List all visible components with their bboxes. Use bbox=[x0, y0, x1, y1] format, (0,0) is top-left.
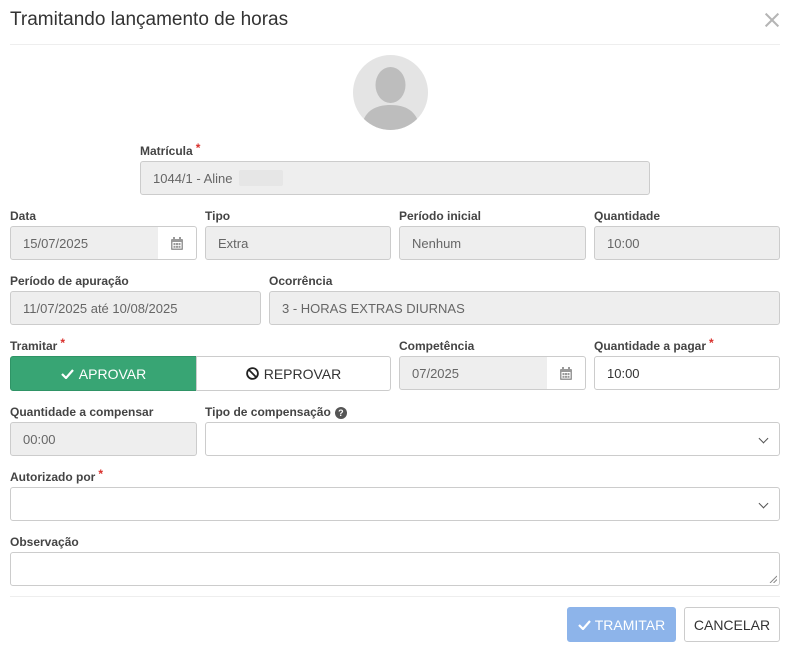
required-mark: * bbox=[709, 336, 714, 350]
periodo-inicial-field[interactable]: Nenhum bbox=[399, 226, 586, 260]
data-field[interactable]: 15/07/2025 bbox=[10, 226, 159, 260]
quantidade-field[interactable]: 10:00 bbox=[594, 226, 780, 260]
matricula-label: Matrícula * bbox=[140, 141, 201, 158]
periodo-inicial-value: Nenhum bbox=[412, 235, 462, 251]
competencia-label: Competência bbox=[399, 339, 475, 353]
header-divider bbox=[10, 44, 780, 45]
check-icon bbox=[577, 619, 591, 630]
redacted-name bbox=[238, 170, 283, 186]
periodo-apuracao-value: 11/07/2025 até 10/08/2025 bbox=[23, 300, 178, 316]
periodo-apuracao-label: Período de apuração bbox=[10, 274, 129, 288]
data-calendar-button[interactable] bbox=[158, 226, 197, 260]
quantidade-pagar-label: Quantidade a pagar * bbox=[594, 336, 714, 353]
required-mark: * bbox=[60, 336, 66, 350]
required-mark: * bbox=[195, 141, 201, 155]
chevron-down-icon bbox=[758, 498, 769, 509]
cancel-button-label: CANCELAR bbox=[693, 616, 771, 633]
check-icon bbox=[61, 368, 74, 379]
periodo-inicial-label: Período inicial bbox=[399, 209, 482, 223]
required-mark: * bbox=[98, 467, 103, 481]
tramitar-label: Tramitar * bbox=[10, 336, 66, 353]
approve-button[interactable]: APROVAR bbox=[10, 356, 197, 391]
tramitar-button-label: TRAMITAR bbox=[594, 616, 666, 633]
user-silhouette-icon bbox=[361, 67, 420, 130]
autorizado-por-label: Autorizado por * bbox=[10, 467, 103, 484]
matricula-value: 1044/1 - Aline bbox=[153, 170, 233, 186]
quantidade-compensar-field[interactable]: 00:00 bbox=[10, 422, 197, 456]
tipo-compensacao-label-text: Tipo de compensação bbox=[205, 405, 331, 419]
quantidade-label: Quantidade bbox=[594, 209, 661, 223]
footer-divider bbox=[10, 596, 780, 597]
matricula-field[interactable]: 1044/1 - Aline bbox=[140, 161, 650, 195]
reject-button-label: REPROVAR bbox=[263, 365, 342, 382]
quantidade-compensar-label: Quantidade a compensar bbox=[10, 405, 154, 419]
avatar bbox=[353, 55, 428, 130]
tipo-value: Extra bbox=[218, 235, 249, 251]
modal-dialog: Tramitando lançamento de horas Matrícula… bbox=[0, 0, 790, 648]
tipo-compensacao-label: Tipo de compensação? bbox=[205, 405, 347, 419]
data-value: 15/07/2025 bbox=[23, 235, 89, 251]
ban-icon bbox=[245, 367, 259, 380]
quantidade-value: 10:00 bbox=[607, 235, 640, 251]
modal-title: Tramitando lançamento de horas bbox=[10, 9, 289, 30]
competencia-calendar-button[interactable] bbox=[547, 356, 586, 390]
reject-button[interactable]: REPROVAR bbox=[196, 356, 391, 391]
cancel-button[interactable]: CANCELAR bbox=[684, 607, 780, 642]
question-circle-icon[interactable]: ? bbox=[334, 407, 347, 419]
ocorrencia-value: 3 - HORAS EXTRAS DIURNAS bbox=[282, 300, 465, 316]
calendar-icon bbox=[560, 366, 572, 380]
tramitar-button[interactable]: TRAMITAR bbox=[567, 607, 676, 642]
tipo-compensacao-select[interactable] bbox=[205, 422, 780, 456]
quantidade-pagar-value: 10:00 bbox=[607, 365, 640, 381]
observacao-textarea[interactable] bbox=[10, 552, 780, 586]
competencia-field[interactable]: 07/2025 bbox=[399, 356, 548, 390]
data-label: Data bbox=[10, 209, 37, 223]
approve-button-label: APROVAR bbox=[78, 365, 147, 382]
chevron-down-icon bbox=[758, 433, 769, 444]
quantidade-pagar-input[interactable]: 10:00 bbox=[594, 356, 780, 390]
observacao-label: Observação bbox=[10, 535, 79, 549]
ocorrencia-label: Ocorrência bbox=[269, 274, 333, 288]
matricula-label-text: Matrícula bbox=[140, 144, 193, 158]
autorizado-por-select[interactable] bbox=[10, 487, 780, 521]
periodo-apuracao-field[interactable]: 11/07/2025 até 10/08/2025 bbox=[10, 291, 261, 325]
autorizado-por-label-text: Autorizado por bbox=[10, 470, 96, 484]
calendar-icon bbox=[171, 236, 183, 250]
competencia-value: 07/2025 bbox=[412, 365, 459, 381]
resize-handle-icon[interactable] bbox=[769, 575, 777, 583]
tipo-field[interactable]: Extra bbox=[205, 226, 391, 260]
ocorrencia-field[interactable]: 3 - HORAS EXTRAS DIURNAS bbox=[269, 291, 780, 325]
quantidade-pagar-label-text: Quantidade a pagar bbox=[594, 339, 707, 353]
tramitar-label-text: Tramitar bbox=[10, 339, 58, 353]
close-icon[interactable] bbox=[762, 10, 782, 30]
tipo-label: Tipo bbox=[205, 209, 231, 223]
quantidade-compensar-value: 00:00 bbox=[23, 431, 56, 447]
